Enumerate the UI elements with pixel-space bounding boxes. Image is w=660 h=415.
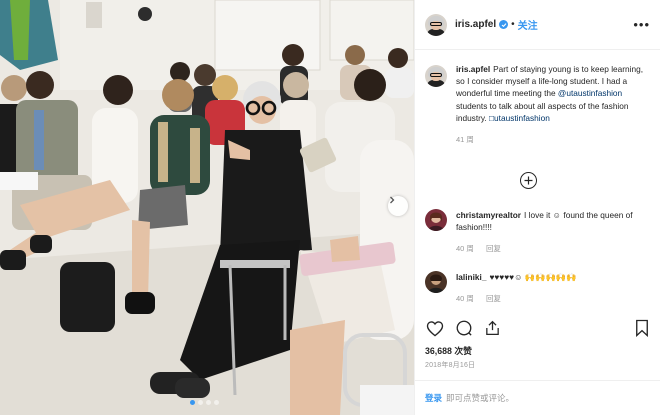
post-actions-bar	[425, 316, 651, 340]
post-date: 2018年8月16日	[425, 362, 476, 369]
plus-circle-icon	[524, 172, 533, 190]
like-count[interactable]: 36,688 次赞	[425, 344, 472, 357]
avatar[interactable]	[425, 271, 447, 293]
comment-username[interactable]: laliniki_	[456, 272, 486, 282]
carousel-dot	[190, 400, 195, 405]
carousel-indicator	[190, 400, 219, 405]
comment-icon[interactable]	[454, 319, 473, 338]
comment-age: 40 周	[456, 244, 474, 254]
comment-body: laliniki_ ♥♥♥♥♥☺ 🙌🙌🙌🙌🙌 40 周 回复	[456, 271, 648, 305]
more-options-icon[interactable]: •••	[633, 17, 650, 32]
login-prompt: 登录 即可点赞或评论。	[415, 380, 660, 415]
post-side-panel: iris.apfel • 关注 ••• iris.apfel Part of st…	[414, 0, 660, 415]
reply-button[interactable]: 回复	[486, 244, 501, 253]
instagram-post-view: iris.apfel • 关注 ••• iris.apfel Part of st…	[0, 0, 660, 415]
header-username[interactable]: iris.apfel	[455, 19, 496, 30]
comment-item: christamyrealtor I love it ☺ found the qu…	[425, 209, 651, 256]
bookmark-icon[interactable]	[632, 319, 651, 338]
caption-age: 41 周	[456, 135, 474, 145]
post-header: iris.apfel • 关注 •••	[415, 0, 660, 50]
reply-button[interactable]: 回复	[486, 294, 501, 303]
comments-section: iris.apfel Part of staying young is to ke…	[415, 51, 660, 306]
verified-badge-icon	[499, 20, 509, 29]
share-icon[interactable]	[483, 319, 502, 338]
load-more-comments-button[interactable]	[520, 172, 537, 189]
comment-item: laliniki_ ♥♥♥♥♥☺ 🙌🙌🙌🙌🙌 40 周 回复	[425, 271, 651, 305]
comment-meta: 40 周 回复	[456, 243, 648, 255]
comment-age: 40 周	[456, 294, 474, 304]
comment-username[interactable]: christamyrealtor	[456, 210, 521, 220]
avatar[interactable]	[425, 209, 447, 231]
header-separator: •	[511, 19, 515, 30]
carousel-dot	[206, 400, 211, 405]
post-caption: iris.apfel Part of staying young is to ke…	[415, 51, 660, 146]
caption-username[interactable]: iris.apfel	[456, 64, 490, 74]
post-photo[interactable]	[0, 0, 414, 415]
login-link[interactable]: 登录	[425, 392, 442, 404]
comment-meta: 40 周 回复	[456, 293, 648, 305]
avatar[interactable]	[425, 65, 447, 87]
heart-icon[interactable]	[425, 319, 444, 338]
carousel-dot	[214, 400, 219, 405]
avatar[interactable]	[425, 13, 447, 36]
caption-mention-link[interactable]: @utaustinfashion	[558, 88, 622, 98]
comment-text: ♥♥♥♥♥☺ 🙌🙌🙌🙌🙌	[489, 272, 577, 282]
carousel-next-button[interactable]	[388, 196, 408, 216]
login-prompt-text: 即可点赞或评论。	[446, 393, 515, 403]
carousel-dot	[198, 400, 203, 405]
comment-body: christamyrealtor I love it ☺ found the qu…	[456, 209, 648, 256]
classroom-photo-illustration	[0, 0, 414, 415]
caption-hashtag-link[interactable]: □utaustinfashion	[489, 113, 550, 123]
caption-body: iris.apfel Part of staying young is to ke…	[456, 63, 651, 146]
follow-button[interactable]: 关注	[518, 17, 538, 32]
